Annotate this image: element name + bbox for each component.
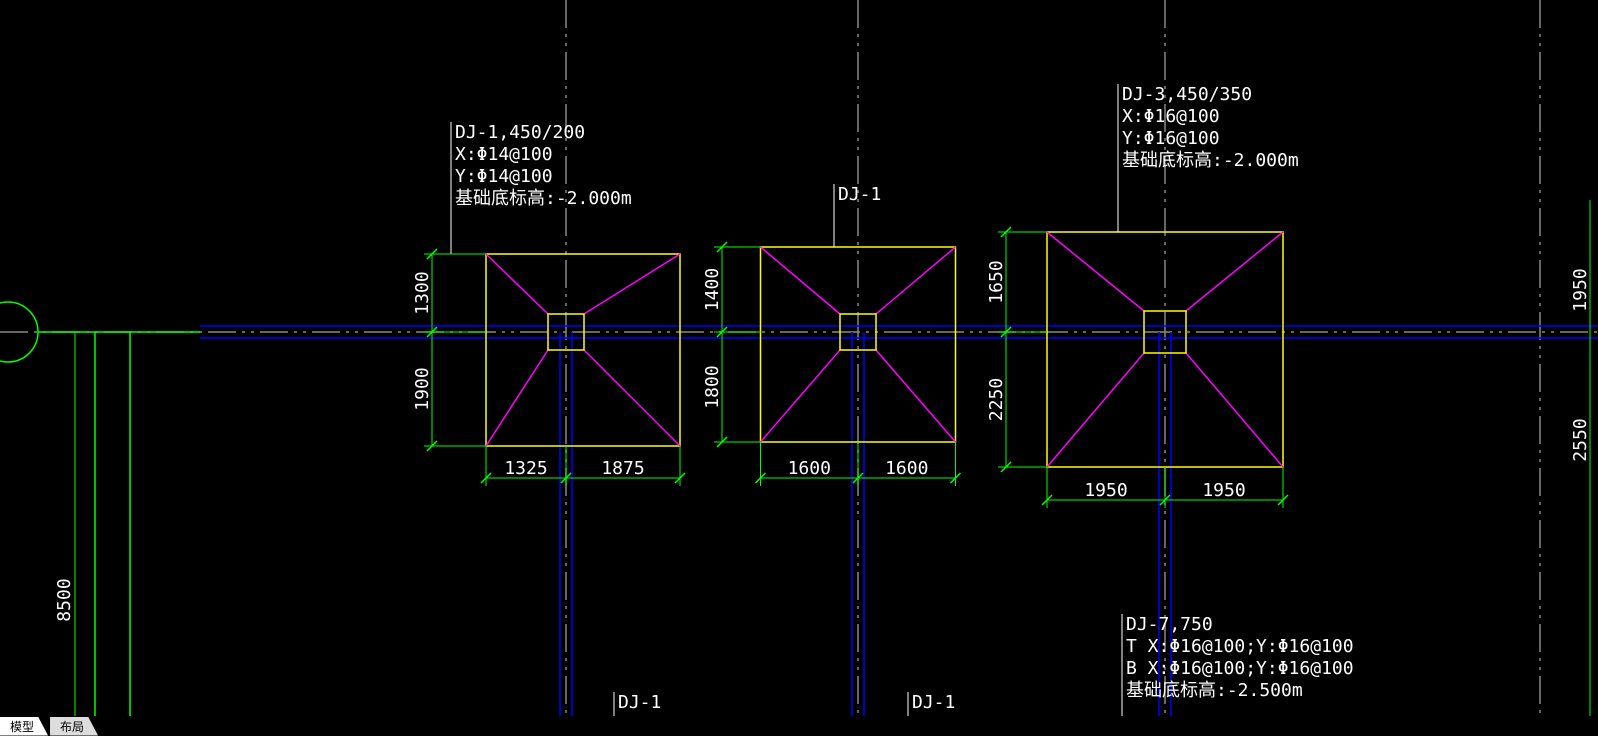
dimV-f3-b: 2250 bbox=[986, 378, 1007, 421]
tab-model[interactable]: 模型 bbox=[0, 717, 48, 736]
dimH-f3-l: 1950 bbox=[1084, 480, 1127, 501]
dimV-f3-t: 1650 bbox=[986, 260, 1007, 303]
tab-bar: 模型 布局 bbox=[0, 716, 100, 736]
label-f3-0: DJ-3,450/350 bbox=[1122, 84, 1252, 105]
label-f3-2: Y:Φ16@100 bbox=[1122, 128, 1220, 149]
dim-right-bot: 2550 bbox=[1570, 418, 1591, 461]
label-f2-0: DJ-1 bbox=[838, 184, 881, 205]
label-dj1b: DJ-1 bbox=[912, 692, 955, 713]
label-f3-1: X:Φ16@100 bbox=[1122, 106, 1220, 127]
dimV-f2-t: 1400 bbox=[702, 268, 723, 311]
cad-canvas[interactable]: 8500 1950 2550 DJ-1,450/200X:Φ14@100Y:Φ14@1… bbox=[0, 0, 1598, 716]
dimH-f3-r: 1950 bbox=[1202, 480, 1245, 501]
dim-right-top: 1950 bbox=[1570, 268, 1591, 311]
label-f1-1: X:Φ14@100 bbox=[455, 144, 553, 165]
dimV-f1-t: 1300 bbox=[412, 271, 433, 314]
label-dj7-0: DJ-7,750 bbox=[1126, 614, 1213, 635]
dimH-f2-l: 1600 bbox=[788, 458, 831, 479]
dimH-f1-r: 1875 bbox=[601, 458, 644, 479]
dim-8500: 8500 bbox=[54, 578, 75, 621]
label-f3-3: 基础底标高:-2.000m bbox=[1122, 150, 1299, 171]
tab-layout[interactable]: 布局 bbox=[50, 717, 98, 736]
label-dj7-2: B X:Φ16@100;Y:Φ16@100 bbox=[1126, 658, 1354, 679]
label-dj1a: DJ-1 bbox=[618, 692, 661, 713]
label-f1-2: Y:Φ14@100 bbox=[455, 166, 553, 187]
dimV-f1-b: 1900 bbox=[412, 367, 433, 410]
dimV-f2-b: 1800 bbox=[702, 365, 723, 408]
dimH-f1-l: 1325 bbox=[504, 458, 547, 479]
label-dj7-3: 基础底标高:-2.500m bbox=[1126, 680, 1303, 701]
label-f1-3: 基础底标高:-2.000m bbox=[455, 188, 632, 209]
label-dj7-1: T X:Φ16@100;Y:Φ16@100 bbox=[1126, 636, 1354, 657]
label-f1-0: DJ-1,450/200 bbox=[455, 122, 585, 143]
dimH-f2-r: 1600 bbox=[885, 458, 928, 479]
